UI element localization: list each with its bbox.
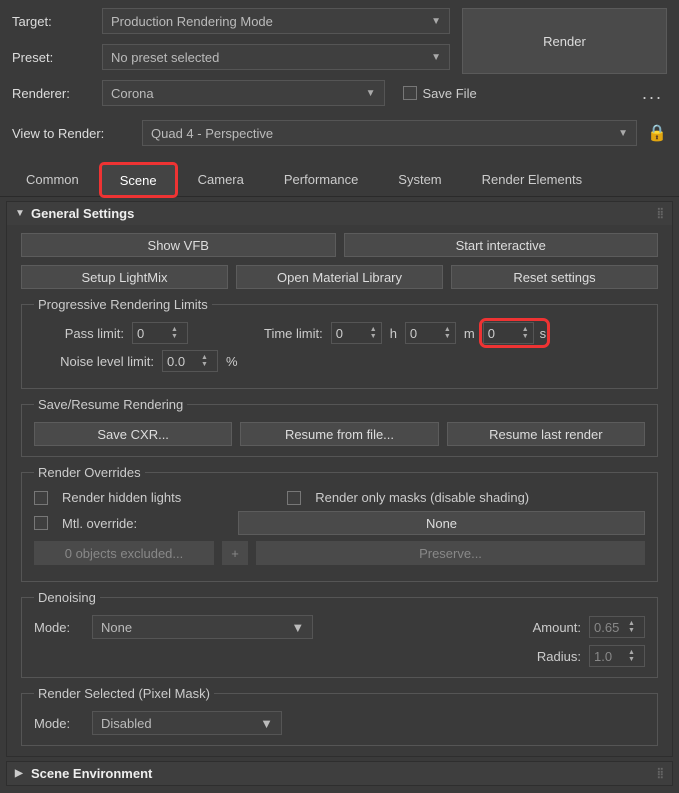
setup-lightmix-button[interactable]: Setup LightMix [21, 265, 228, 289]
spinner-arrows-icon[interactable]: ▲▼ [444, 326, 451, 340]
spinner-arrows-icon[interactable]: ▲▼ [628, 649, 635, 663]
spinner-arrows-icon[interactable]: ▲▼ [370, 326, 377, 340]
render-hidden-lights-checkbox[interactable] [34, 491, 48, 505]
target-label: Target: [12, 14, 92, 29]
denoise-radius-input[interactable] [594, 649, 624, 664]
chevron-down-icon: ▼ [291, 620, 304, 635]
render-selected-mode-label: Mode: [34, 716, 84, 731]
noise-limit-spinner[interactable]: ▲▼ [162, 350, 218, 372]
render-button[interactable]: Render [462, 8, 667, 74]
grip-icon: ⣿ [657, 208, 664, 219]
collapse-triangle-icon: ▼ [15, 208, 25, 219]
view-to-render-select[interactable]: Quad 4 - Perspective ▼ [142, 120, 637, 146]
denoise-mode-select[interactable]: None ▼ [92, 615, 313, 639]
chevron-down-icon: ▼ [431, 16, 441, 27]
spinner-arrows-icon[interactable]: ▲▼ [522, 326, 529, 340]
expand-triangle-icon: ▶ [15, 768, 25, 779]
denoise-mode-value: None [101, 620, 132, 635]
target-select[interactable]: Production Rendering Mode ▼ [102, 8, 450, 34]
preset-value: No preset selected [111, 50, 219, 65]
view-to-render-value: Quad 4 - Perspective [151, 126, 273, 141]
tab-scene[interactable]: Scene [101, 164, 176, 196]
save-cxr-button[interactable]: Save CXR... [34, 422, 232, 446]
chevron-down-icon: ▼ [366, 88, 376, 99]
scene-environment-header[interactable]: ▶ Scene Environment ⣿ [7, 762, 672, 785]
time-limit-h-spinner[interactable]: ▲▼ [331, 322, 382, 344]
time-limit-s-spinner[interactable]: ▲▼ [483, 322, 534, 344]
preserve-button[interactable]: Preserve... [256, 541, 645, 565]
reset-settings-button[interactable]: Reset settings [451, 265, 658, 289]
tab-performance[interactable]: Performance [266, 164, 376, 196]
denoise-mode-label: Mode: [34, 620, 84, 635]
grip-icon: ⣿ [657, 768, 664, 779]
denoise-amount-input[interactable] [594, 620, 624, 635]
target-value: Production Rendering Mode [111, 14, 273, 29]
progressive-limits-legend: Progressive Rendering Limits [34, 297, 212, 312]
percent-label: % [226, 354, 238, 369]
mtl-override-label: Mtl. override: [62, 516, 152, 531]
renderer-label: Renderer: [12, 86, 92, 101]
pass-limit-label: Pass limit: [34, 326, 124, 341]
seconds-label: s [540, 326, 547, 341]
denoise-radius-label: Radius: [537, 649, 581, 664]
render-hidden-lights-label: Render hidden lights [62, 490, 181, 505]
scene-environment-title: Scene Environment [31, 766, 152, 781]
tab-render-elements[interactable]: Render Elements [464, 164, 600, 196]
save-resume-legend: Save/Resume Rendering [34, 397, 187, 412]
render-selected-mode-select[interactable]: Disabled ▼ [92, 711, 282, 735]
lock-icon[interactable]: 🔒 [647, 123, 667, 143]
time-limit-m-spinner[interactable]: ▲▼ [405, 322, 456, 344]
render-only-masks-checkbox[interactable] [287, 491, 301, 505]
render-selected-legend: Render Selected (Pixel Mask) [34, 686, 214, 701]
hours-label: h [390, 326, 397, 341]
renderer-select[interactable]: Corona ▼ [102, 80, 385, 106]
denoising-legend: Denoising [34, 590, 100, 605]
minutes-label: m [464, 326, 475, 341]
chevron-down-icon: ▼ [260, 716, 273, 731]
save-file-label: Save File [423, 86, 477, 101]
general-settings-title: General Settings [31, 206, 134, 221]
start-interactive-button[interactable]: Start interactive [344, 233, 659, 257]
tab-system[interactable]: System [380, 164, 459, 196]
chevron-down-icon: ▼ [618, 128, 628, 139]
time-limit-h-input[interactable] [336, 326, 366, 341]
tab-common[interactable]: Common [8, 164, 97, 196]
denoise-radius-spinner[interactable]: ▲▼ [589, 645, 645, 667]
tab-camera[interactable]: Camera [180, 164, 262, 196]
save-file-checkbox[interactable] [403, 86, 417, 100]
denoise-amount-spinner[interactable]: ▲▼ [589, 616, 645, 638]
noise-limit-input[interactable] [167, 354, 197, 369]
open-material-library-button[interactable]: Open Material Library [236, 265, 443, 289]
denoise-amount-label: Amount: [533, 620, 581, 635]
renderer-value: Corona [111, 86, 154, 101]
noise-limit-label: Noise level limit: [34, 354, 154, 369]
preset-select[interactable]: No preset selected ▼ [102, 44, 450, 70]
time-limit-m-input[interactable] [410, 326, 440, 341]
pass-limit-input[interactable] [137, 326, 167, 341]
preset-label: Preset: [12, 50, 92, 65]
render-overrides-legend: Render Overrides [34, 465, 145, 480]
pass-limit-spinner[interactable]: ▲▼ [132, 322, 188, 344]
time-limit-label: Time limit: [264, 326, 323, 341]
resume-from-file-button[interactable]: Resume from file... [240, 422, 438, 446]
time-limit-s-input[interactable] [488, 326, 518, 341]
spinner-arrows-icon[interactable]: ▲▼ [171, 326, 178, 340]
chevron-down-icon: ▼ [431, 52, 441, 63]
add-exclusion-button[interactable]: + [222, 541, 248, 565]
render-only-masks-label: Render only masks (disable shading) [315, 490, 529, 505]
objects-excluded-button[interactable]: 0 objects excluded... [34, 541, 214, 565]
save-file-browse-button[interactable]: ... [638, 83, 667, 104]
mtl-override-checkbox[interactable] [34, 516, 48, 530]
spinner-arrows-icon[interactable]: ▲▼ [628, 620, 635, 634]
show-vfb-button[interactable]: Show VFB [21, 233, 336, 257]
spinner-arrows-icon[interactable]: ▲▼ [201, 354, 208, 368]
render-selected-mode-value: Disabled [101, 716, 152, 731]
mtl-override-slot-button[interactable]: None [238, 511, 645, 535]
general-settings-header[interactable]: ▼ General Settings ⣿ [7, 202, 672, 225]
resume-last-render-button[interactable]: Resume last render [447, 422, 645, 446]
view-to-render-label: View to Render: [12, 126, 132, 141]
